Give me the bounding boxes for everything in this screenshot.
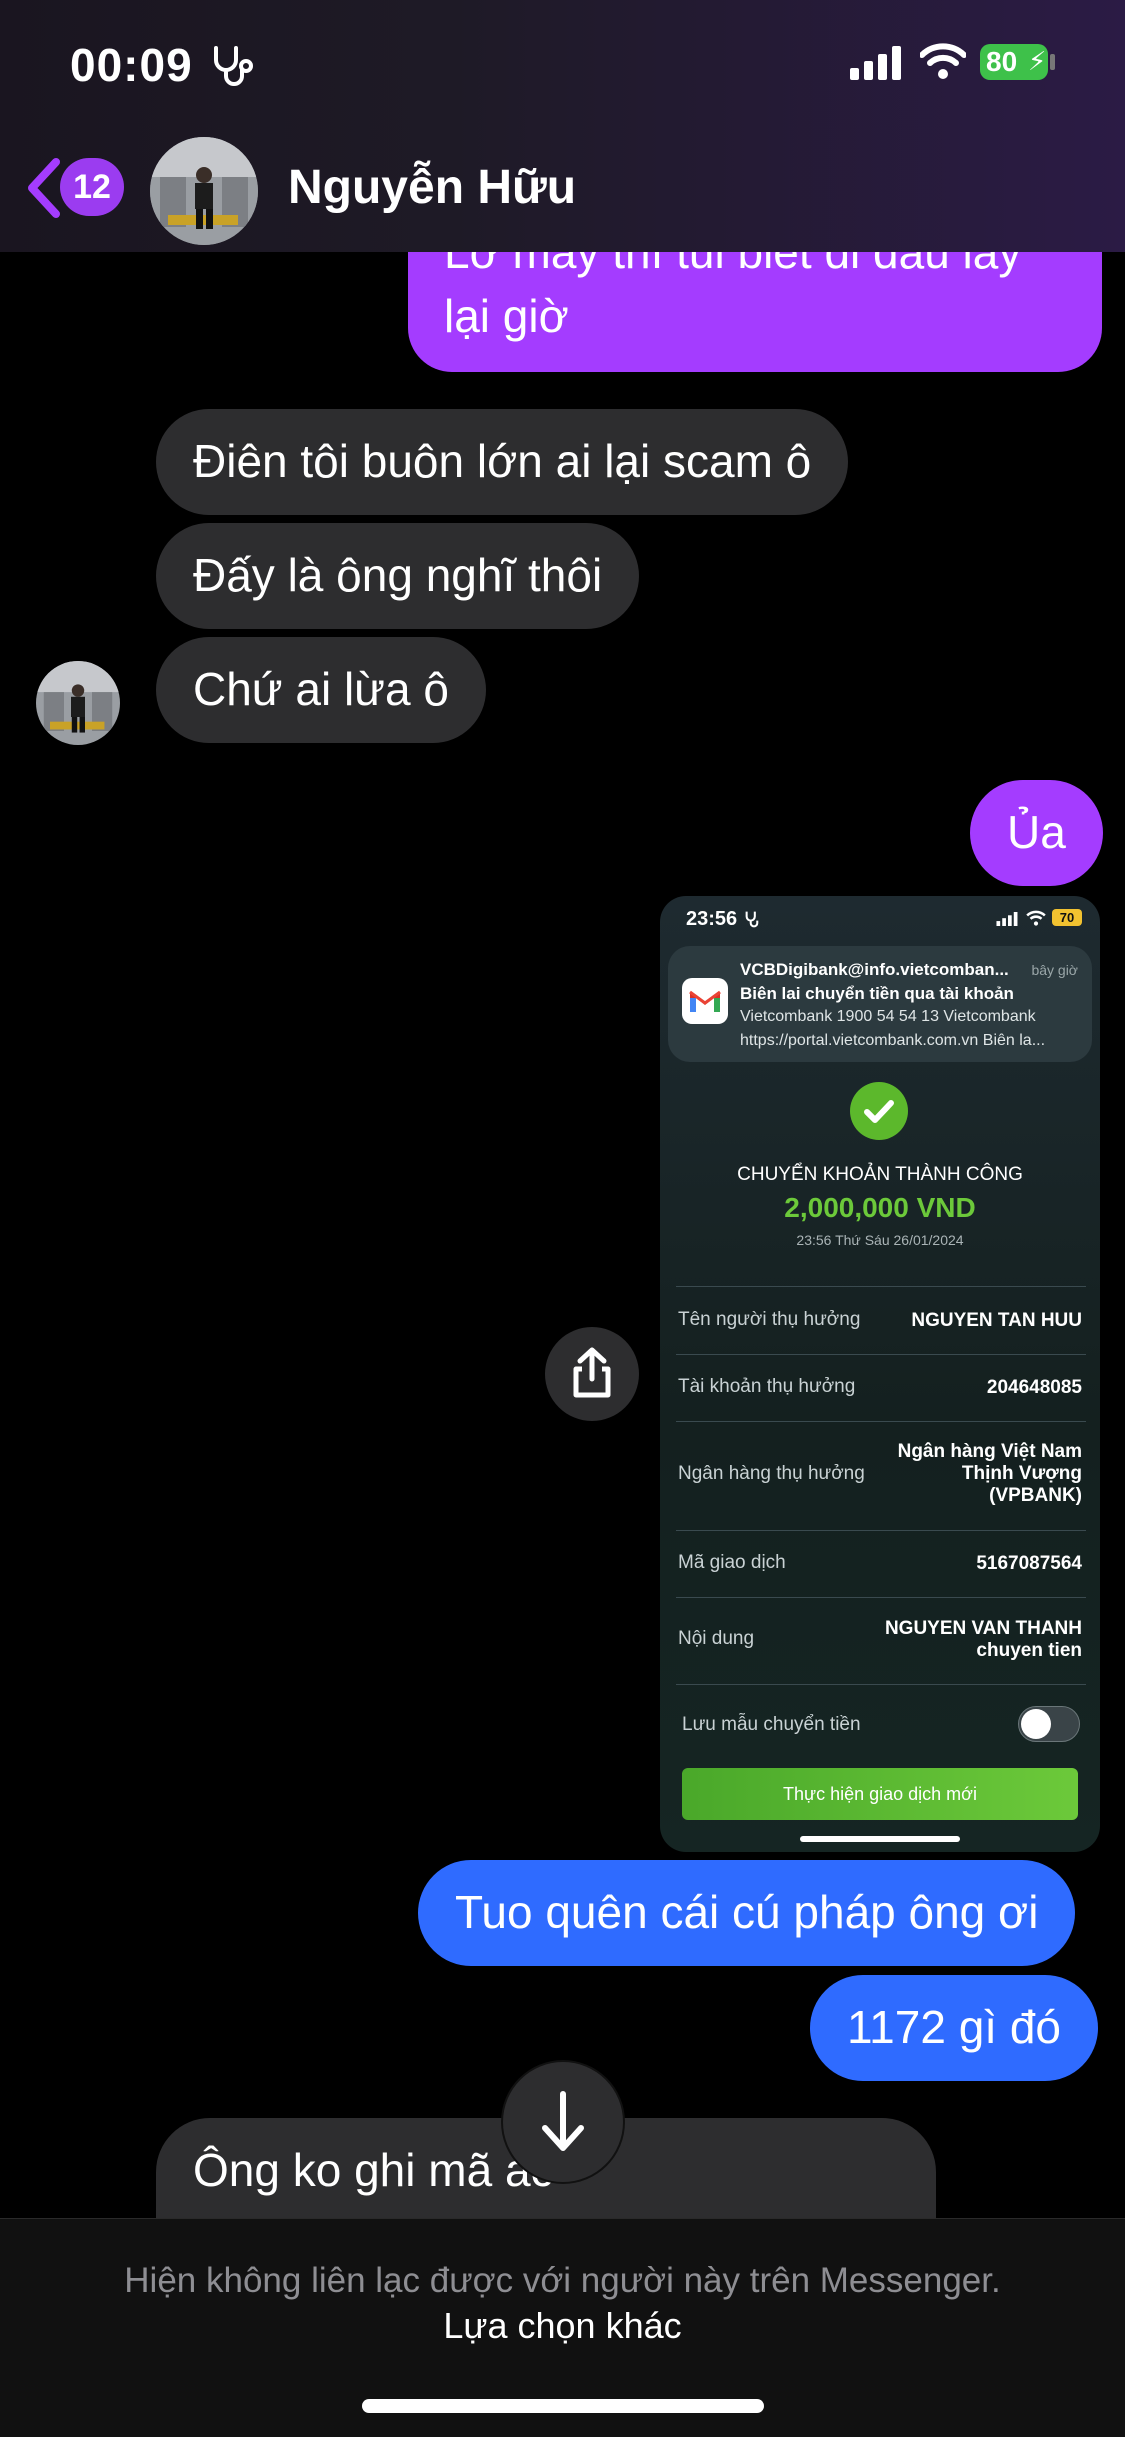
transfer-receipt-image[interactable]: 23:56 70 VCBDigibank@info.vietcomban... … — [660, 896, 1100, 1852]
row-label: Nội dung — [678, 1628, 755, 1649]
notif-body: https://portal.vietcombank.com.vn Biên l… — [740, 1032, 1046, 1049]
contact-avatar-small[interactable] — [36, 661, 120, 745]
email-notification: VCBDigibank@info.vietcomban... bây giờ B… — [668, 946, 1092, 1062]
unread-count-badge: 12 — [60, 158, 124, 216]
row-label: Tài khoản thụ hưởng — [678, 1376, 856, 1397]
new-transaction-button: Thực hiện giao dịch mới — [682, 1768, 1078, 1820]
message-received[interactable]: Đấy là ông nghĩ thôi — [156, 523, 640, 629]
battery-tip — [1050, 54, 1055, 70]
divider — [676, 1597, 1086, 1598]
row-value: 5167087564 — [976, 1553, 1082, 1574]
transfer-status: CHUYỂN KHOẢN THÀNH CÔNG — [737, 1164, 1023, 1185]
notif-body: Vietcombank 1900 54 54 13 Vietcombank — [740, 1008, 1036, 1025]
message-received[interactable]: Điên tôi buôn lớn ai lại scam ô — [156, 409, 849, 515]
transfer-datetime: 23:56 Thứ Sáu 26/01/2024 — [796, 1232, 964, 1248]
divider — [676, 1286, 1086, 1287]
scroll-to-bottom-button[interactable] — [503, 2062, 623, 2182]
share-icon — [573, 1347, 611, 1398]
message-text: lại giờ — [444, 290, 569, 342]
message-sent[interactable]: 1172 gì đó — [810, 1975, 1099, 2081]
check-icon — [850, 1082, 908, 1140]
message-sent[interactable]: Ủa — [970, 780, 1103, 886]
contact-name[interactable]: Nguyễn Hữu — [288, 160, 576, 215]
row-label: Tên người thụ hưởng — [678, 1309, 861, 1330]
row-value: Ngân hàng Việt Nam Thịnh Vượng (VPBANK) — [898, 1441, 1082, 1507]
divider — [676, 1530, 1086, 1531]
row-label: Ngân hàng thụ hưởng — [678, 1463, 865, 1484]
unavailable-notice: Hiện không liên lạc được với người này t… — [124, 2261, 1001, 2300]
row-value: NGUYEN TAN HUU — [911, 1310, 1082, 1331]
other-options-link[interactable]: Lựa chọn khác — [0, 2305, 1125, 2347]
message-received[interactable]: Chứ ai lừa ô — [156, 637, 486, 743]
wifi-icon — [920, 43, 966, 79]
save-template-toggle — [1018, 1706, 1080, 1742]
composer-unavailable-bar: Hiện không liên lạc được với người này t… — [0, 2218, 1125, 2437]
status-time: 00:09 — [70, 39, 193, 91]
wifi-icon — [1026, 910, 1046, 926]
notif-sender: VCBDigibank@info.vietcomban... — [740, 960, 1009, 979]
back-chevron-icon — [28, 158, 60, 218]
gmail-icon — [682, 978, 728, 1024]
battery-icon: 70 — [1052, 909, 1082, 926]
home-indicator — [800, 1836, 960, 1842]
save-template-label: Lưu mẫu chuyển tiền — [682, 1714, 861, 1735]
row-value-line: Ngân hàng Việt Nam — [897, 1441, 1082, 1462]
share-button[interactable] — [545, 1327, 639, 1421]
row-value-line: chuyen tien — [976, 1640, 1082, 1661]
divider — [676, 1421, 1086, 1422]
scroll-down-arrow-icon — [542, 2091, 584, 2151]
receipt-time: 23:56 — [686, 908, 738, 930]
battery-level: 80 — [986, 46, 1018, 77]
divider — [676, 1684, 1086, 1685]
signal-icon — [850, 46, 901, 80]
row-value-line: NGUYEN VAN THANH — [884, 1618, 1082, 1639]
row-value: NGUYEN VAN THANH chuyen tien — [885, 1618, 1082, 1662]
stethoscope-icon — [745, 911, 759, 928]
contact-avatar[interactable] — [150, 137, 258, 245]
home-indicator — [362, 2399, 764, 2413]
row-value-line: Thịnh Vượng — [961, 1463, 1082, 1484]
divider — [676, 1354, 1086, 1355]
row-value-line: (VPBANK) — [989, 1485, 1082, 1506]
message-sent[interactable]: Tuo quên cái cú pháp ông ơi — [418, 1860, 1076, 1966]
transfer-amount: 2,000,000 VND — [784, 1192, 976, 1223]
chat-header: 00:09 80 ⚡ 12 Nguyễn Hữu — [0, 0, 1125, 252]
battery-icon: 80 ⚡ — [980, 44, 1048, 80]
stethoscope-icon — [214, 46, 253, 86]
notif-title: Biên lai chuyển tiền qua tài khoản — [740, 984, 1014, 1003]
notif-time: bây giờ — [1031, 962, 1078, 978]
row-label: Mã giao dịch — [678, 1552, 786, 1573]
signal-icon — [996, 912, 1020, 926]
row-value: 204648085 — [986, 1377, 1082, 1398]
